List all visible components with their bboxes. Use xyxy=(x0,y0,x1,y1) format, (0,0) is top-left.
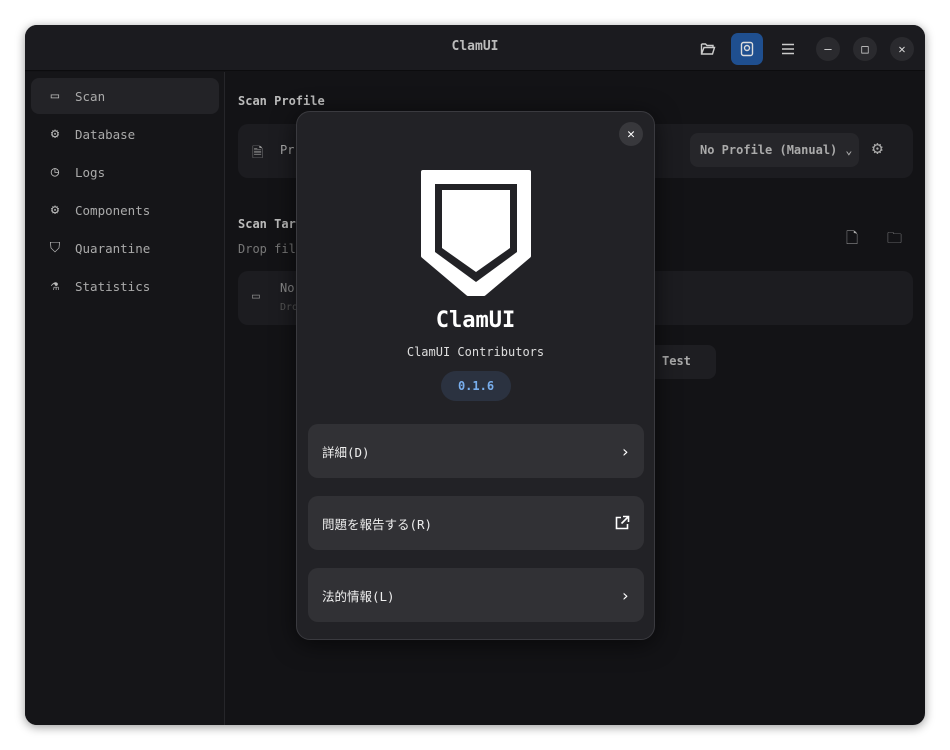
minimize-button[interactable]: – xyxy=(816,37,840,61)
version-badge: 0.1.6 xyxy=(441,371,511,401)
sidebar-item-label: Logs xyxy=(75,164,106,180)
profile-label: Pr xyxy=(280,143,295,157)
app-logo-shield-icon xyxy=(421,170,531,296)
scan-view-button[interactable] xyxy=(731,33,763,65)
sidebar-item-quarantine[interactable]: ⛉ Quarantine xyxy=(31,230,219,266)
sidebar-item-label: Quarantine xyxy=(75,240,151,256)
developer-name: ClamUI Contributors xyxy=(406,345,545,359)
add-folder-button[interactable]: 🗀 xyxy=(887,228,902,253)
sidebar-item-logs[interactable]: ◷ Logs xyxy=(31,154,219,190)
details-row[interactable]: 詳細(D) › xyxy=(308,424,644,478)
sidebar-item-database[interactable]: ⚙ Database xyxy=(31,116,219,152)
sidebar-item-label: Database xyxy=(75,126,136,142)
main-menu-button[interactable] xyxy=(772,33,804,65)
menu-icon xyxy=(782,43,794,55)
legal-row[interactable]: 法的情報(L) › xyxy=(308,568,644,622)
profile-icon: 🗎 xyxy=(252,145,264,161)
add-file-button[interactable]: 🗋 xyxy=(846,228,858,253)
row-label: 詳細(D) xyxy=(322,444,370,460)
gear-icon: ⚙ xyxy=(50,126,60,142)
app-name: ClamUI xyxy=(435,308,516,333)
sidebar: ▭ Scan ⚙ Database ◷ Logs ⚙ Components ⛉ Quara… xyxy=(25,72,225,725)
maximize-button[interactable]: □ xyxy=(853,37,877,61)
chevron-down-icon: ⌄ xyxy=(845,143,853,157)
about-dialog: ✕ ClamUI ClamUI Contributors 0.1.6 詳細(D)… xyxy=(296,111,655,640)
sidebar-item-scan[interactable]: ▭ Scan xyxy=(31,78,219,114)
test-button[interactable]: Test xyxy=(646,345,716,379)
scan-icon xyxy=(740,41,754,57)
report-issue-row[interactable]: 問題を報告する(R) xyxy=(308,496,644,550)
sidebar-item-label: Components xyxy=(75,202,151,218)
close-dialog-button[interactable]: ✕ xyxy=(619,122,643,146)
clock-icon: ◷ xyxy=(50,164,60,180)
scan-targets-heading: Scan Targ xyxy=(238,217,304,231)
flask-icon: ⚗ xyxy=(50,278,60,294)
close-window-button[interactable]: ✕ xyxy=(890,37,914,61)
drop-hint: Drop file xyxy=(238,242,304,256)
chevron-right-icon: › xyxy=(620,585,630,605)
row-label: 法的情報(L) xyxy=(322,588,395,604)
sidebar-item-label: Scan xyxy=(75,88,106,104)
profile-select[interactable]: No Profile (Manual) ⌄ xyxy=(690,133,859,167)
row-label: 問題を報告する(R) xyxy=(322,516,433,532)
folder-open-icon xyxy=(700,43,716,55)
scan-profile-heading: Scan Profile xyxy=(238,94,325,108)
open-folder-button[interactable] xyxy=(692,33,724,65)
folder-icon: ▭ xyxy=(252,289,260,304)
gear-icon: ⚙ xyxy=(50,202,60,218)
folder-icon: ▭ xyxy=(50,88,60,104)
sidebar-item-statistics[interactable]: ⚗ Statistics xyxy=(31,268,219,304)
shield-icon: ⛉ xyxy=(49,240,61,256)
header-bar: ClamUI – □ ✕ xyxy=(25,25,925,71)
target-title: No xyxy=(280,281,295,295)
chevron-right-icon: › xyxy=(620,441,630,461)
external-link-icon xyxy=(615,515,630,530)
sidebar-item-label: Statistics xyxy=(75,278,151,294)
profile-select-value: No Profile (Manual) xyxy=(700,143,838,157)
sidebar-item-components[interactable]: ⚙ Components xyxy=(31,192,219,228)
profile-settings-button[interactable]: ⚙ xyxy=(872,138,883,159)
